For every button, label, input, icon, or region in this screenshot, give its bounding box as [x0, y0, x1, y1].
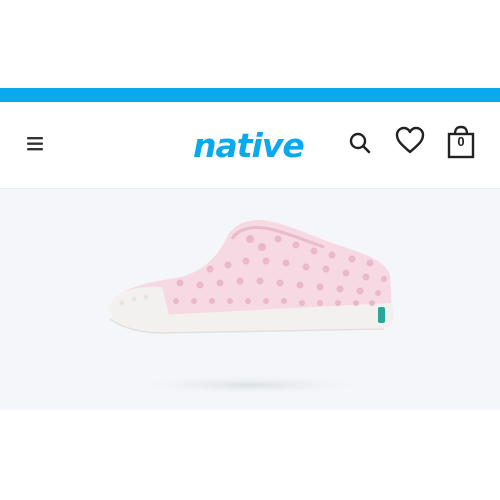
product-hero [0, 189, 500, 410]
hamburger-menu-icon[interactable] [25, 135, 45, 153]
product-image-shoe [108, 219, 394, 395]
site-header: native 0 [0, 102, 500, 189]
cart-count: 0 [457, 134, 465, 149]
heart-icon[interactable] [394, 124, 426, 156]
search-icon[interactable] [347, 130, 373, 156]
page-body [0, 410, 500, 500]
top-whitespace [0, 0, 500, 88]
brand-logo[interactable]: native [193, 123, 305, 167]
accent-bar [0, 88, 500, 102]
shopping-bag-icon[interactable]: 0 [444, 124, 478, 160]
